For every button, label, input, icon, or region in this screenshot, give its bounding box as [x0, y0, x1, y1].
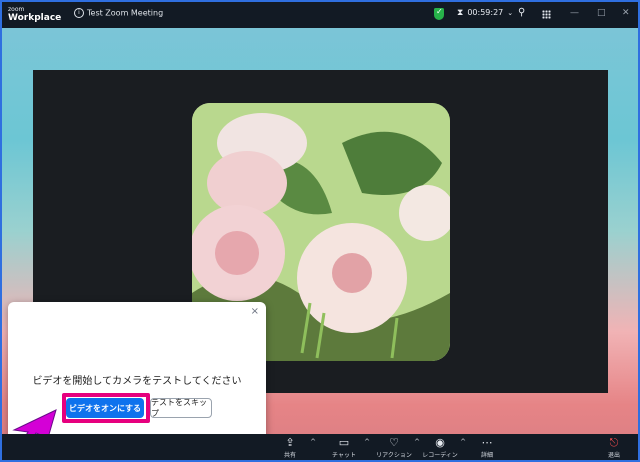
more-button[interactable]: ⋯ 詳細	[467, 434, 507, 459]
logo-big-text: Workplace	[8, 13, 62, 23]
more-icon: ⋯	[481, 436, 493, 449]
share-button[interactable]: ⇪ 共有 ^	[270, 434, 316, 459]
reaction-icon: ♡	[389, 436, 399, 449]
title-bar: zoom Workplace iTest Zoom Meeting ⧗00:59…	[2, 2, 638, 28]
pin-icon[interactable]: ⚲	[518, 7, 525, 18]
leave-label: 退出	[607, 452, 620, 459]
meeting-timer[interactable]: ⧗ 00:59:27 ⌄	[457, 8, 513, 18]
view-grid-icon[interactable]	[542, 10, 551, 19]
reaction-button[interactable]: ♡ リアクション ^	[374, 434, 420, 459]
close-window-button[interactable]: ✕	[622, 8, 630, 18]
dialog-message: ビデオを開始してカメラをテストしてください	[32, 376, 242, 387]
hourglass-icon: ⧗	[457, 8, 464, 18]
meeting-info-button[interactable]: i Test Zoom Meeting	[74, 8, 163, 18]
info-icon: i	[74, 8, 84, 18]
share-icon: ⇪	[285, 436, 295, 449]
chat-button[interactable]: ▭ チャット ^	[324, 434, 370, 459]
zoom-window: zoom Workplace iTest Zoom Meeting ⧗00:59…	[0, 0, 640, 462]
chevron-up-icon[interactable]: ^	[460, 438, 466, 446]
meeting-title: Test Zoom Meeting	[87, 8, 164, 18]
record-label: レコーディング	[422, 452, 458, 459]
zoom-logo: zoom Workplace	[8, 5, 61, 23]
share-label: 共有	[283, 452, 296, 459]
chat-label: チャット	[332, 452, 356, 459]
meeting-toolbar: ⇪ 共有 ^ ▭ チャット ^ ♡ リアクション ^ ◉ レコーディング ^ ⋯…	[2, 434, 638, 460]
highlight-box	[62, 393, 150, 423]
chevron-down-icon: ⌄	[507, 9, 514, 17]
more-label: 詳細	[480, 452, 493, 459]
record-button[interactable]: ◉ レコーディング ^	[420, 434, 466, 460]
chevron-up-icon[interactable]: ^	[364, 438, 370, 446]
close-dialog-button[interactable]: ×	[251, 306, 259, 317]
reaction-label: リアクション	[376, 452, 412, 459]
skip-test-button[interactable]: テストをスキップ	[150, 398, 212, 418]
leave-icon: ⎋	[609, 436, 619, 449]
chat-icon: ▭	[338, 436, 350, 449]
minimize-button[interactable]: —	[570, 8, 579, 18]
timer-value: 00:59:27	[467, 8, 504, 17]
leave-button[interactable]: ⎋ 退出	[594, 434, 634, 459]
chevron-up-icon[interactable]: ^	[310, 438, 316, 446]
security-shield-icon[interactable]	[434, 7, 444, 20]
maximize-button[interactable]: □	[597, 8, 606, 18]
record-icon: ◉	[435, 436, 445, 449]
